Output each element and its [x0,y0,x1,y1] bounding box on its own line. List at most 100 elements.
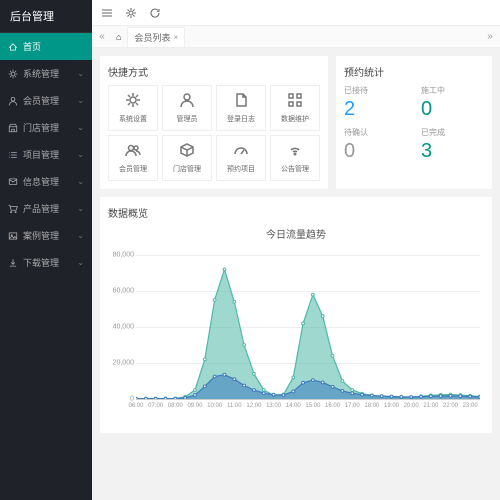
y-tick: 0 [130,396,134,403]
shortcuts-grid: 系统设置 管理员 登录日志 数据维护会员管理 门店管理 预约项目 公告管理 [108,85,320,181]
chart-title: 今日流量趋势 [108,226,484,241]
sidebar-item-0[interactable]: 首页 [0,33,92,60]
shortcut-label: 预约项目 [227,164,255,174]
stat-value: 3 [421,140,484,163]
x-tick: 17:00 [345,403,360,409]
store-icon [8,123,18,133]
sidebar-item-1[interactable]: 系统管理 ⌄ [0,60,92,87]
stat-value: 0 [421,98,484,121]
stats-title: 预约统计 [344,64,484,79]
y-tick: 20,000 [113,360,134,367]
shortcut-5[interactable]: 门店管理 [162,135,212,181]
y-tick: 40,000 [113,324,134,331]
shortcut-3[interactable]: 数据维护 [270,85,320,131]
tab-prev-icon[interactable]: « [94,29,110,45]
shortcut-1[interactable]: 管理员 [162,85,212,131]
cart-icon [8,204,18,214]
x-tick: 20:00 [404,403,419,409]
sidebar-item-5[interactable]: 信息管理 ⌄ [0,168,92,195]
sidebar-item-3[interactable]: 门店管理⌄ [0,114,92,141]
cube-icon [179,142,195,161]
close-icon[interactable]: × [173,33,178,42]
sidebar-item-label: 信息管理 [23,175,59,188]
doc-icon [233,92,249,111]
stat-1: 施工中0 [421,85,484,121]
x-tick: 06:00 [128,403,143,409]
tab-bar: « ⌂ 会员列表 × » [92,26,500,48]
shortcut-7[interactable]: 公告管理 [270,135,320,181]
shortcut-label: 门店管理 [173,164,201,174]
shortcuts-card: 快捷方式 系统设置管理员登录日志数据维护会员管理门店管理预约项目公告管理 [100,56,328,189]
stats-grid: 已接待2施工中0待确认0已完成3 [344,85,484,163]
tab-members[interactable]: 会员列表 × [127,27,185,47]
users-icon [125,142,141,161]
chevron-down-icon: ⌄ [77,150,84,159]
shortcut-6[interactable]: 预约项目 [216,135,266,181]
sidebar-item-label: 下载管理 [23,256,59,269]
msg-icon [8,177,18,187]
stat-0: 已接待2 [344,85,407,121]
gear-icon [8,69,18,79]
shortcut-0[interactable]: 系统设置 [108,85,158,131]
sidebar-item-8[interactable]: 下载管理 ⌄ [0,249,92,276]
menu-toggle-icon[interactable] [100,6,114,20]
down-icon [8,258,18,268]
img-icon [8,231,18,241]
x-tick: 19:00 [384,403,399,409]
user-icon [179,92,195,111]
main: « ⌂ 会员列表 × » 快捷方式 系统设置管理员登录日志数据维护会员管理门店管… [92,0,500,500]
sidebar-item-label: 首页 [23,40,41,53]
chart-panel-title: 数据概览 [108,205,484,220]
x-tick: 09:00 [187,403,202,409]
y-tick: 80,000 [113,252,134,259]
chevron-down-icon: ⌄ [77,96,84,105]
shortcut-label: 管理员 [177,114,198,124]
tab-home[interactable]: ⌂ [110,29,127,45]
tab-next-icon[interactable]: » [482,29,498,45]
home-icon [8,42,18,52]
sidebar-item-7[interactable]: 案例管理⌄ [0,222,92,249]
stat-label: 已完成 [421,127,484,138]
stat-2: 待确认0 [344,127,407,163]
chevron-down-icon: ⌄ [77,231,84,240]
x-tick: 10:00 [207,403,222,409]
chevron-down-icon: ⌄ [77,69,84,78]
chevron-down-icon: ⌄ [77,177,84,186]
sidebar: 后台管理 首页系统管理⌄会员管理⌄门店管理⌄项目管理⌄信息管理⌄产品管理⌄案例管… [0,0,92,500]
x-tick: 07:00 [148,403,163,409]
sidebar-item-label: 系统管理 [23,67,59,80]
x-tick: 14:00 [286,403,301,409]
shortcut-2[interactable]: 登录日志 [216,85,266,131]
x-tick: 22:00 [443,403,458,409]
shortcut-label: 登录日志 [227,114,255,124]
x-tick: 16:00 [325,403,340,409]
shortcut-label: 会员管理 [119,164,147,174]
shortcut-label: 数据维护 [281,114,309,124]
chart-card: 数据概览 今日流量趋势 020,00040,00060,00080,00006:… [100,197,492,433]
shortcut-4[interactable]: 会员管理 [108,135,158,181]
chevron-down-icon: ⌄ [77,123,84,132]
shortcut-label: 系统设置 [119,114,147,124]
traffic-chart: 020,00040,00060,00080,00006:0007:0008:00… [108,245,484,425]
grid-icon [287,92,303,111]
refresh-icon[interactable] [148,6,162,20]
sidebar-item-2[interactable]: 会员管理 ⌄ [0,87,92,114]
tab-label: 会员列表 [134,31,170,44]
stat-label: 待确认 [344,127,407,138]
content: 快捷方式 系统设置管理员登录日志数据维护会员管理门店管理预约项目公告管理 预约统… [92,48,500,500]
user-icon [8,96,18,106]
x-tick: 08:00 [168,403,183,409]
shortcut-label: 公告管理 [281,164,309,174]
stats-card: 预约统计 已接待2施工中0待确认0已完成3 [336,56,492,189]
gear-icon[interactable] [124,6,138,20]
sidebar-item-4[interactable]: 项目管理⌄ [0,141,92,168]
sidebar-item-6[interactable]: 产品管理⌄ [0,195,92,222]
sidebar-item-label: 产品管理 [23,202,59,215]
chevron-down-icon: ⌄ [77,258,84,267]
x-tick: 21:00 [423,403,438,409]
sidebar-item-label: 会员管理 [23,94,59,107]
wifi-icon [287,142,303,161]
x-tick: 12:00 [246,403,261,409]
topbar [92,0,500,26]
gauge-icon [233,142,249,161]
